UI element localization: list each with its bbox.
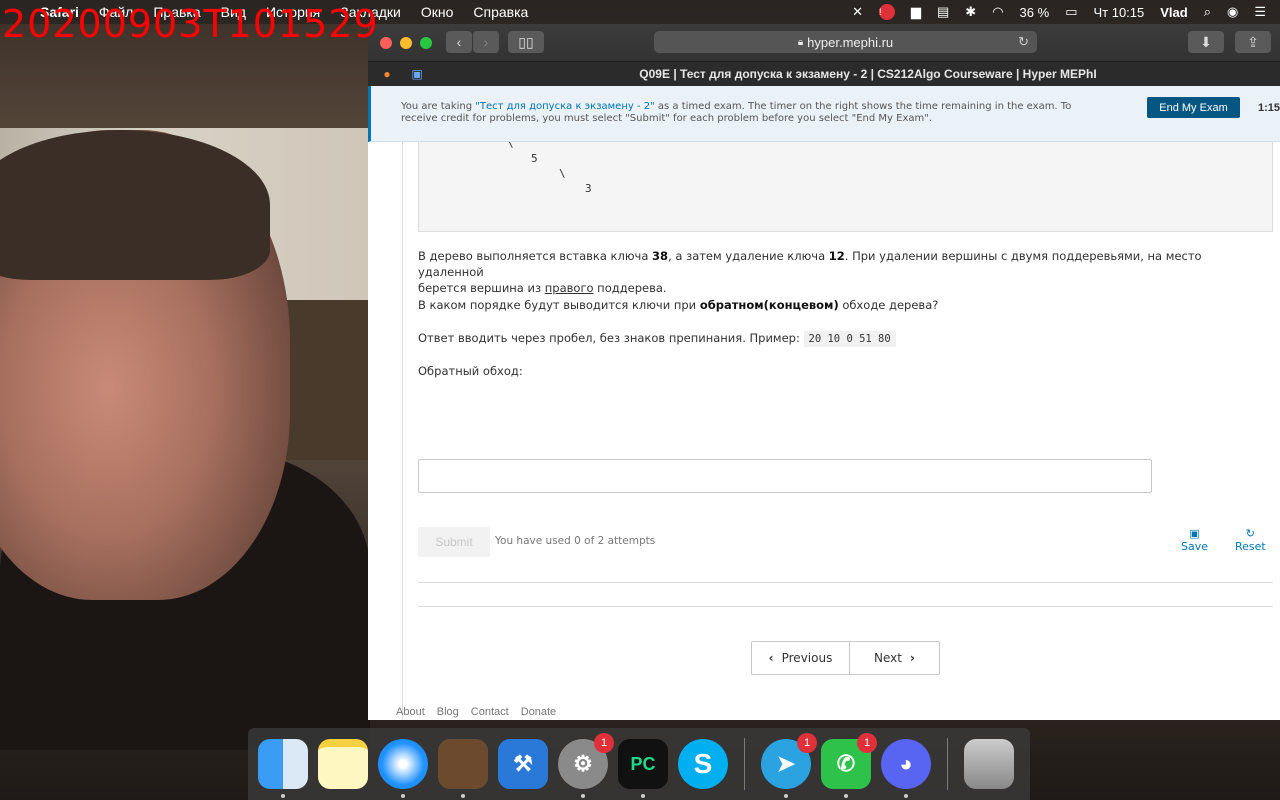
skype-icon[interactable]: S (678, 739, 728, 789)
share-button[interactable]: ⇪ (1235, 31, 1271, 53)
tools-icon[interactable]: ✕ (852, 4, 863, 20)
footer-link-about[interactable]: About (396, 706, 425, 718)
exam-banner-text: You are taking "Тест для допуска к экзам… (401, 101, 1072, 124)
bluetooth-icon[interactable]: ✱ (965, 4, 976, 20)
tab-title[interactable]: Q09E | Тест для допуска к экзамену - 2 |… (448, 67, 1280, 81)
siri-icon[interactable]: ◉ (1227, 4, 1238, 20)
exam-title-link[interactable]: "Тест для допуска к экзамену - 2" (475, 101, 654, 112)
menu-help[interactable]: Справка (473, 4, 528, 20)
window-maximize-button[interactable] (420, 36, 432, 49)
firefox-bookmark-icon[interactable]: ● (376, 65, 398, 83)
reset-button[interactable]: ↻ Reset (1235, 527, 1266, 554)
guitar-icon[interactable] (438, 739, 488, 798)
discord-icon[interactable]: ◕ (881, 739, 931, 798)
end-exam-button[interactable]: End My Exam (1147, 97, 1240, 118)
notification-badge: 1 (857, 733, 877, 753)
battery-percent[interactable]: 36 % (1020, 5, 1050, 20)
save-button[interactable]: ▣ Save (1181, 527, 1208, 554)
answer-label: Обратный обход: (418, 364, 523, 378)
question-paragraph-3: Ответ вводить через пробел, без знаков п… (418, 330, 896, 347)
chevron-right-icon: › (483, 34, 489, 50)
browser-toolbar: ‹ › ▯▯ 🔒︎ hyper.mephi.ru ↻ ⬇ ⇪ (368, 24, 1280, 61)
trash-icon[interactable] (964, 739, 1014, 789)
address-bar[interactable]: 🔒︎ hyper.mephi.ru ↻ (654, 31, 1037, 53)
share-icon: ⇪ (1247, 33, 1259, 50)
downloads-button[interactable]: ⬇ (1188, 31, 1224, 53)
problem-content: \ 5 \ 3 В дерево выполняется вставка клю… (402, 137, 1280, 720)
dock-separator (947, 738, 948, 790)
recording-timestamp: 20200903T101529 (2, 2, 379, 46)
tree-code-block: \ 5 \ 3 (418, 137, 1273, 232)
forward-button[interactable]: › (473, 31, 499, 53)
menubar-clock[interactable]: Чт 10:15 (1093, 5, 1144, 20)
safari-window: ‹ › ▯▯ 🔒︎ hyper.mephi.ru ↻ ⬇ ⇪ ● ▣ Q09E … (368, 24, 1280, 720)
notification-center-icon[interactable]: ☰ (1254, 4, 1266, 20)
question-paragraph-1: В дерево выполняется вставка ключа 38, а… (418, 249, 1202, 295)
address-url: hyper.mephi.ru (807, 34, 894, 50)
exam-timer: 1:15: (1258, 102, 1280, 114)
tree-node: 5 (531, 152, 538, 165)
dock-separator (744, 738, 745, 790)
wifi-icon[interactable]: ◠ (992, 4, 1003, 20)
notes-icon[interactable] (318, 739, 368, 789)
page-footer: About Blog Contact Donate (396, 706, 556, 718)
reload-icon[interactable]: ↻ (1018, 34, 1029, 50)
download-icon: ⬇ (1200, 33, 1212, 50)
answer-example-code: 20 10 0 51 80 (803, 331, 896, 347)
submit-button[interactable]: Submit (418, 527, 490, 557)
safari-icon[interactable] (378, 739, 428, 798)
footer-link-donate[interactable]: Donate (521, 706, 556, 718)
next-button[interactable]: Next › (850, 642, 939, 674)
menu-window[interactable]: Окно (421, 4, 454, 20)
macos-dock: ⚒ ⚙ 1 PC S ➤ 1 ✆ 1 ◕ (248, 728, 1030, 800)
sidebar-toggle-button[interactable]: ▯▯ (508, 31, 544, 53)
chat-bookmark-icon[interactable]: ▣ (406, 65, 428, 83)
attempts-text: You have used 0 of 2 attempts (495, 535, 656, 547)
chevron-left-icon: ‹ (456, 34, 462, 50)
back-button[interactable]: ‹ (446, 31, 472, 53)
window-minimize-button[interactable] (400, 36, 412, 49)
reset-icon: ↻ (1245, 527, 1255, 540)
web-page: \ 5 \ 3 В дерево выполняется вставка клю… (368, 86, 1280, 720)
notification-badge: 1 (797, 733, 817, 753)
footer-link-contact[interactable]: Contact (471, 706, 509, 718)
sequence-pager: ‹ Previous Next › (751, 641, 940, 675)
spotlight-search-icon[interactable]: ⌕ (1204, 4, 1211, 20)
tree-edge: \ (559, 167, 566, 180)
divider (418, 582, 1273, 583)
chat-icon[interactable]: ▆ (911, 4, 921, 20)
footer-link-blog[interactable]: Blog (437, 706, 459, 718)
window-close-button[interactable] (380, 36, 392, 49)
sidebar-icon: ▯▯ (518, 33, 534, 50)
question-paragraph-2: В каком порядке будут выводится ключи пр… (418, 298, 939, 312)
divider (418, 606, 1273, 607)
lock-icon: 🔒︎ (797, 36, 804, 48)
notification-badge: 1 (594, 733, 614, 753)
timed-exam-banner: You are taking "Тест для допуска к экзам… (368, 86, 1280, 142)
battery-icon[interactable]: ▭ (1065, 4, 1077, 20)
telegram-icon[interactable]: ➤ 1 (761, 733, 817, 798)
chevron-right-icon: › (910, 651, 915, 665)
previous-button[interactable]: ‹ Previous (752, 642, 850, 674)
save-icon: ▣ (1189, 527, 1200, 540)
menubar-user[interactable]: Vlad (1160, 5, 1187, 20)
chevron-left-icon: ‹ (768, 651, 774, 665)
answer-input[interactable] (418, 459, 1152, 493)
facetime-icon[interactable]: ✆ 1 (821, 733, 877, 798)
pycharm-icon[interactable]: PC (618, 739, 668, 798)
xcode-icon[interactable]: ⚒ (498, 739, 548, 789)
system-preferences-icon[interactable]: ⚙ 1 (558, 733, 614, 798)
flag-icon[interactable]: ▤ (937, 4, 949, 20)
tab-bar: ● ▣ Q09E | Тест для допуска к экзамену -… (368, 61, 1280, 86)
tree-node: 3 (585, 182, 592, 195)
notification-badge-icon[interactable]: ! (879, 4, 895, 20)
finder-icon[interactable] (258, 739, 308, 798)
